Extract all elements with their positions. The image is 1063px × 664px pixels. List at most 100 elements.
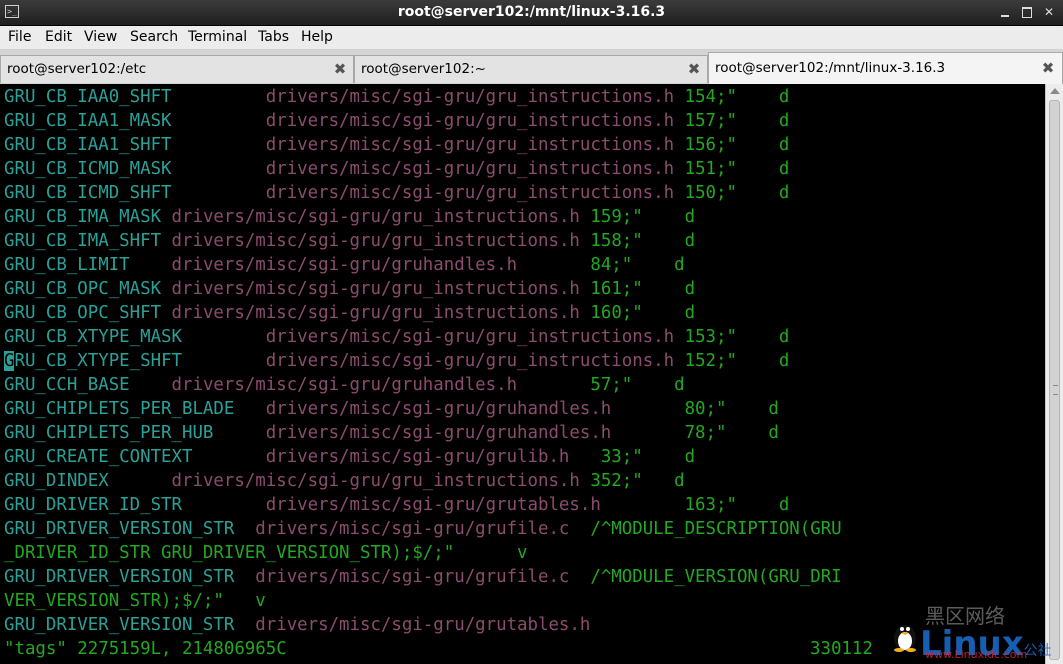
tag-symbol: GRU_DINDEX bbox=[4, 471, 109, 491]
close-tab-icon[interactable]: ✖ bbox=[333, 62, 347, 77]
terminal-line: VER_VERSION_STR);$/;" v bbox=[4, 589, 266, 613]
tag-kind: d bbox=[778, 327, 790, 347]
tag-address: 352;" bbox=[590, 471, 643, 491]
close-tab-icon[interactable]: ✖ bbox=[687, 62, 701, 77]
tag-kind: d bbox=[684, 303, 696, 323]
watermark-url: www.Linuxidc.com bbox=[925, 648, 1028, 661]
tag-address: 78;" bbox=[684, 423, 727, 443]
scrollbar-thumb[interactable] bbox=[1049, 100, 1060, 660]
tag-symbol: GRU_CCH_BASE bbox=[4, 375, 130, 395]
tag-file: drivers/misc/sgi-gru/gru_instructions.h bbox=[265, 327, 675, 347]
tag-kind: d bbox=[684, 279, 696, 299]
terminal-line: GRU_CHIPLETS_PER_BLADE drivers/misc/sgi-… bbox=[4, 397, 779, 421]
tab-bar: root@server102:/etc ✖ root@server102:~ ✖… bbox=[0, 50, 1063, 84]
tag-address: 33;" bbox=[600, 447, 643, 467]
terminal-scrollbar[interactable] bbox=[1045, 84, 1063, 664]
tag-file: drivers/misc/sgi-gru/gru_instructions.h bbox=[171, 279, 580, 299]
menu-view[interactable]: View bbox=[84, 29, 117, 45]
tag-kind: d bbox=[778, 183, 790, 203]
menu-help[interactable]: Help bbox=[301, 29, 333, 45]
terminal-output[interactable]: GRU_CB_IAA0_SHFT drivers/misc/sgi-gru/gr… bbox=[0, 84, 1045, 664]
tag-symbol: GRU_CB_OPC_SHFT bbox=[4, 303, 162, 323]
tag-file: drivers/misc/sgi-gru/grulib.h bbox=[265, 447, 570, 467]
window-title: root@server102:/mnt/linux-3.16.3 bbox=[397, 4, 666, 20]
terminal-line: GRU_CB_ICMD_MASK drivers/misc/sgi-gru/gr… bbox=[4, 157, 789, 181]
terminal-line: GRU_CB_IMA_SHFT drivers/misc/sgi-gru/gru… bbox=[4, 229, 695, 253]
tag-symbol: GRU_CB_LIMIT bbox=[4, 255, 130, 275]
tag-address: VER_VERSION_STR);$/;" bbox=[4, 591, 224, 611]
tag-file: drivers/misc/sgi-gru/gruhandles.h bbox=[265, 423, 612, 443]
terminal-line: GRU_DRIVER_VERSION_STR drivers/misc/sgi-… bbox=[4, 613, 590, 637]
tag-symbol: GRU_DRIVER_VERSION_STR bbox=[4, 567, 235, 587]
terminal-line: GRU_CB_OPC_SHFT drivers/misc/sgi-gru/gru… bbox=[4, 301, 695, 325]
scroll-grip-icon bbox=[1053, 385, 1058, 395]
terminal-line: GRU_CB_IAA1_MASK drivers/misc/sgi-gru/gr… bbox=[4, 109, 789, 133]
tag-symbol: GRU_CB_IMA_MASK bbox=[4, 207, 162, 227]
terminal-cursor: G bbox=[4, 351, 15, 371]
tag-kind: d bbox=[778, 351, 790, 371]
terminal-line: GRU_CB_ICMD_SHFT drivers/misc/sgi-gru/gr… bbox=[4, 181, 789, 205]
menu-file[interactable]: File bbox=[8, 29, 31, 45]
menu-search[interactable]: Search bbox=[130, 29, 178, 45]
tag-address: 152;" bbox=[684, 351, 737, 371]
tag-address: _DRIVER_ID_STR GRU_DRIVER_VERSION_STR);$… bbox=[4, 543, 455, 563]
tag-symbol: GRU_DRIVER_VERSION_STR bbox=[4, 519, 235, 539]
tag-kind: d bbox=[674, 471, 685, 491]
tag-file: drivers/misc/sgi-gru/grutables.h bbox=[265, 495, 601, 515]
menu-tabs[interactable]: Tabs bbox=[258, 29, 289, 45]
scroll-up-arrow-icon[interactable] bbox=[1050, 88, 1060, 94]
window-titlebar: >_ root@server102:/mnt/linux-3.16.3 ✕ bbox=[0, 0, 1063, 26]
penguin-logo-icon bbox=[894, 625, 916, 652]
tag-address: 153;" bbox=[684, 327, 737, 347]
tag-kind: d bbox=[778, 495, 790, 515]
tab-home[interactable]: root@server102:~ ✖ bbox=[354, 55, 708, 83]
tag-kind: d bbox=[778, 135, 790, 155]
tab-label: root@server102:/etc bbox=[7, 61, 147, 77]
status-file-info: "tags" 2275159L, 214806965C bbox=[4, 639, 287, 659]
terminal-line: GRU_DRIVER_ID_STR drivers/misc/sgi-gru/g… bbox=[4, 493, 789, 517]
menu-terminal[interactable]: Terminal bbox=[188, 29, 247, 45]
tag-kind: v bbox=[517, 543, 528, 563]
tag-symbol: GRU_CB_OPC_MASK bbox=[4, 279, 162, 299]
tag-symbol: GRU_CHIPLETS_PER_BLADE bbox=[4, 399, 235, 419]
menu-edit[interactable]: Edit bbox=[45, 29, 72, 45]
tag-file: drivers/misc/sgi-gru/gruhandles.h bbox=[171, 375, 518, 395]
tag-file: drivers/misc/sgi-gru/gru_instructions.h bbox=[171, 471, 580, 491]
tag-kind: d bbox=[778, 111, 790, 131]
tag-file: drivers/misc/sgi-gru/gru_instructions.h bbox=[171, 207, 580, 227]
maximize-button[interactable] bbox=[1019, 4, 1035, 20]
tag-symbol: RU_CB_XTYPE_SHFT bbox=[14, 351, 183, 371]
tag-file: drivers/misc/sgi-gru/gru_instructions.h bbox=[265, 351, 675, 371]
tag-address: /^MODULE_VERSION(GRU_DRI bbox=[590, 567, 842, 587]
tag-kind: d bbox=[768, 399, 779, 419]
terminal-line: GRU_CCH_BASE drivers/misc/sgi-gru/gruhan… bbox=[4, 373, 685, 397]
tag-kind: d bbox=[684, 207, 696, 227]
terminal-line: GRU_DRIVER_VERSION_STR drivers/misc/sgi-… bbox=[4, 565, 842, 589]
tag-file: drivers/misc/sgi-gru/gru_instructions.h bbox=[171, 231, 580, 251]
status-position: 330112 bbox=[810, 639, 873, 659]
tag-kind: d bbox=[778, 87, 790, 107]
close-tab-icon[interactable]: ✖ bbox=[1041, 61, 1055, 76]
tag-address: 160;" bbox=[590, 303, 643, 323]
tag-address: 154;" bbox=[684, 87, 737, 107]
terminal-line: GRU_CB_LIMIT drivers/misc/sgi-gru/gruhan… bbox=[4, 253, 685, 277]
terminal-line: GRU_CB_IAA1_SHFT drivers/misc/sgi-gru/gr… bbox=[4, 133, 789, 157]
tag-address: 163;" bbox=[684, 495, 737, 515]
tag-symbol: GRU_DRIVER_VERSION_STR bbox=[4, 615, 235, 635]
tag-file: drivers/misc/sgi-gru/grufile.c bbox=[255, 567, 570, 587]
terminal-line: GRU_CB_OPC_MASK drivers/misc/sgi-gru/gru… bbox=[4, 277, 695, 301]
tag-address: 150;" bbox=[684, 183, 737, 203]
tab-etc[interactable]: root@server102:/etc ✖ bbox=[0, 55, 354, 83]
tag-file: drivers/misc/sgi-gru/gru_instructions.h bbox=[171, 303, 580, 323]
tag-address: 158;" bbox=[590, 231, 643, 251]
menu-bar: File Edit View Search Terminal Tabs Help bbox=[0, 26, 1063, 50]
tag-kind: d bbox=[684, 447, 696, 467]
close-window-button[interactable]: ✕ bbox=[1041, 4, 1057, 20]
tab-linux-src[interactable]: root@server102:/mnt/linux-3.16.3 ✖ bbox=[708, 52, 1063, 84]
tag-symbol: GRU_DRIVER_ID_STR bbox=[4, 495, 182, 515]
minimize-button[interactable] bbox=[997, 4, 1013, 20]
terminal-line: GRU_CB_XTYPE_SHFT drivers/misc/sgi-gru/g… bbox=[4, 349, 789, 373]
tag-kind: d bbox=[768, 423, 779, 443]
tag-address: 84;" bbox=[590, 255, 633, 275]
terminal-line: GRU_CHIPLETS_PER_HUB drivers/misc/sgi-gr… bbox=[4, 421, 779, 445]
